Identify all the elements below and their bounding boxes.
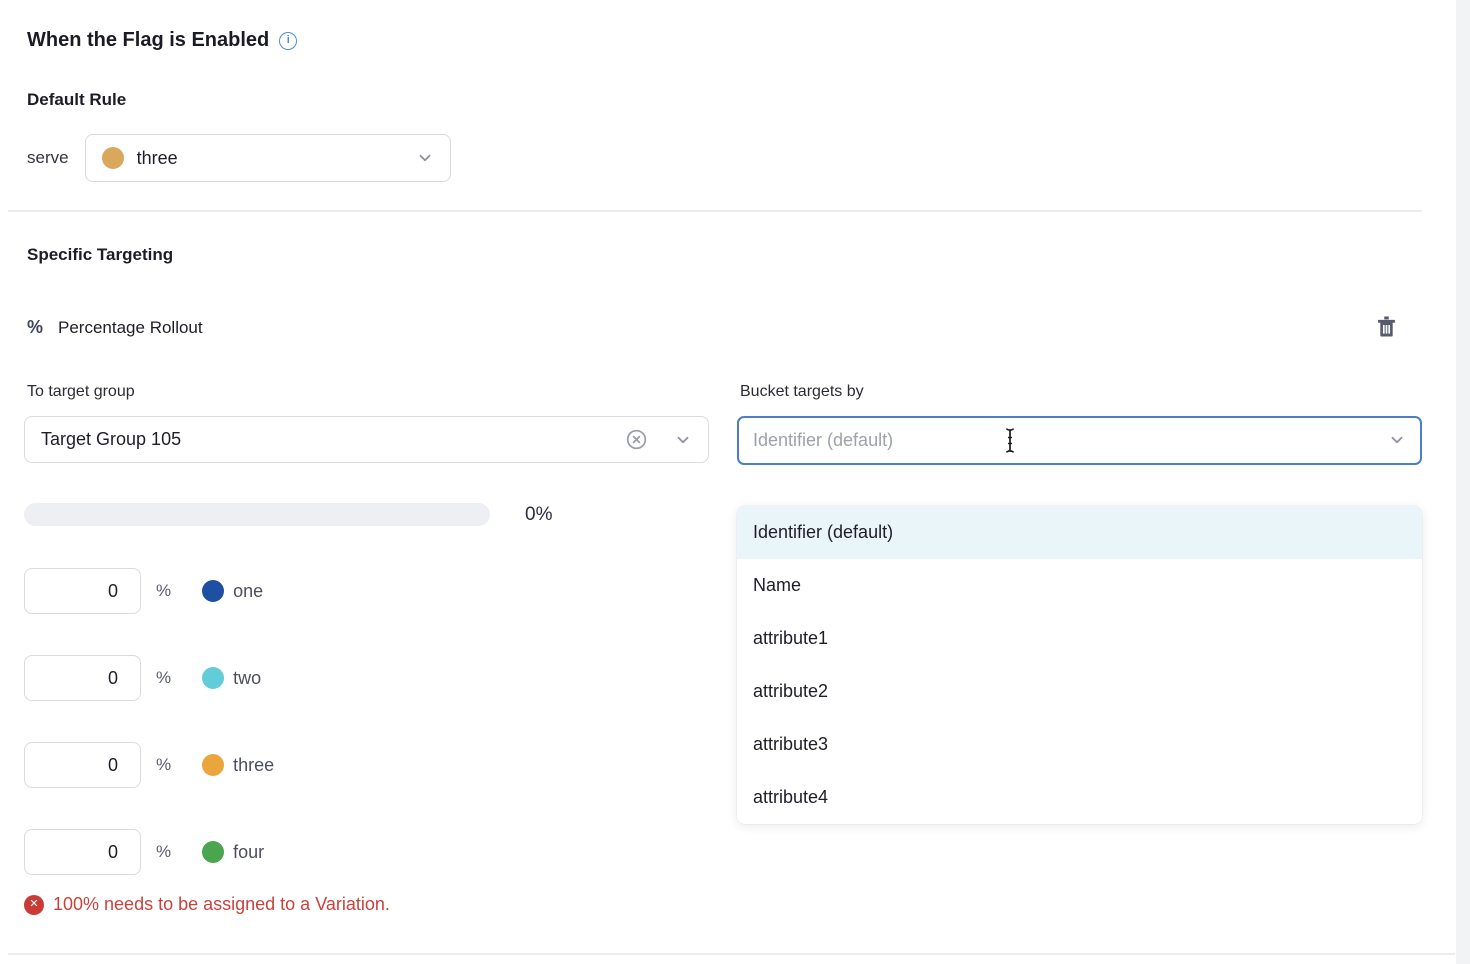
variation-name: one: [233, 581, 263, 602]
bucket-by-dropdown-menu: Identifier (default) Name attribute1 att…: [737, 506, 1422, 824]
validation-error: ✕ 100% needs to be assigned to a Variati…: [24, 894, 390, 915]
menu-item-attribute2[interactable]: attribute2: [737, 665, 1422, 718]
percent-sign: %: [156, 755, 171, 775]
variation-percent-input-two[interactable]: [24, 655, 141, 701]
variation-row-one: % one: [24, 568, 274, 614]
percent-icon: %: [27, 317, 43, 338]
variation-row-three: % three: [24, 742, 274, 788]
trash-icon: [1373, 314, 1400, 341]
serve-label: serve: [27, 148, 69, 168]
error-icon: ✕: [24, 895, 44, 915]
variation-color-dot: [202, 754, 224, 776]
rollout-progress-bar: [24, 503, 490, 526]
rollout-config-columns: To target group Target Group 105 Bucket …: [24, 383, 1422, 465]
serve-variation-value: three: [137, 148, 403, 169]
default-rule-heading: Default Rule: [27, 90, 126, 110]
target-group-select[interactable]: Target Group 105: [24, 416, 709, 463]
variation-color-dot: [202, 841, 224, 863]
variation-row-two: % two: [24, 655, 274, 701]
variation-percent-input-four[interactable]: [24, 829, 141, 875]
menu-item-name[interactable]: Name: [737, 559, 1422, 612]
delete-rollout-button[interactable]: [1371, 312, 1402, 343]
bucket-by-input[interactable]: [737, 416, 1422, 465]
rollout-progress-row: 0%: [24, 503, 552, 526]
variation-row-four: % four: [24, 829, 274, 875]
page-edge-strip: [1456, 0, 1470, 964]
specific-targeting-heading: Specific Targeting: [27, 245, 173, 265]
variation-color-dot: [202, 580, 224, 602]
variation-color-dot: [202, 667, 224, 689]
serve-variation-select[interactable]: three: [85, 134, 451, 182]
variation-percent-input-one[interactable]: [24, 568, 141, 614]
clear-target-group-button[interactable]: [625, 428, 648, 451]
menu-item-attribute4[interactable]: attribute4: [737, 771, 1422, 824]
percentage-rollout-label: Percentage Rollout: [58, 318, 203, 338]
target-group-label: To target group: [27, 383, 709, 401]
variation-percent-input-three[interactable]: [24, 742, 141, 788]
bucket-by-label: Bucket targets by: [740, 383, 1422, 401]
page-title: When the Flag is Enabled i: [27, 29, 297, 52]
bucket-by-column: Bucket targets by Identifier (default) N…: [737, 383, 1422, 465]
circled-x-icon: [625, 428, 648, 451]
chevron-down-icon: [674, 431, 692, 449]
percent-sign: %: [156, 581, 171, 601]
percent-sign: %: [156, 842, 171, 862]
menu-item-identifier-default[interactable]: Identifier (default): [737, 506, 1422, 559]
percentage-rollout-header: % Percentage Rollout: [27, 312, 1402, 343]
menu-item-attribute3[interactable]: attribute3: [737, 718, 1422, 771]
target-group-column: To target group Target Group 105: [24, 383, 709, 465]
variation-rows: % one % two % three % four: [24, 568, 274, 916]
menu-item-attribute1[interactable]: attribute1: [737, 612, 1422, 665]
error-message: 100% needs to be assigned to a Variation…: [53, 894, 390, 915]
percent-sign: %: [156, 668, 171, 688]
variation-name: four: [233, 842, 264, 863]
info-icon[interactable]: i: [279, 32, 297, 50]
bottom-divider: [8, 953, 1455, 955]
rollout-total-percent: 0%: [525, 504, 552, 526]
page-title-text: When the Flag is Enabled: [27, 29, 269, 52]
variation-color-dot: [102, 147, 124, 169]
chevron-down-icon: [416, 149, 434, 167]
serve-row: serve three: [27, 134, 451, 182]
variation-name: two: [233, 668, 261, 689]
variation-name: three: [233, 755, 274, 776]
target-group-value: Target Group 105: [41, 429, 613, 450]
section-divider: [8, 210, 1422, 212]
